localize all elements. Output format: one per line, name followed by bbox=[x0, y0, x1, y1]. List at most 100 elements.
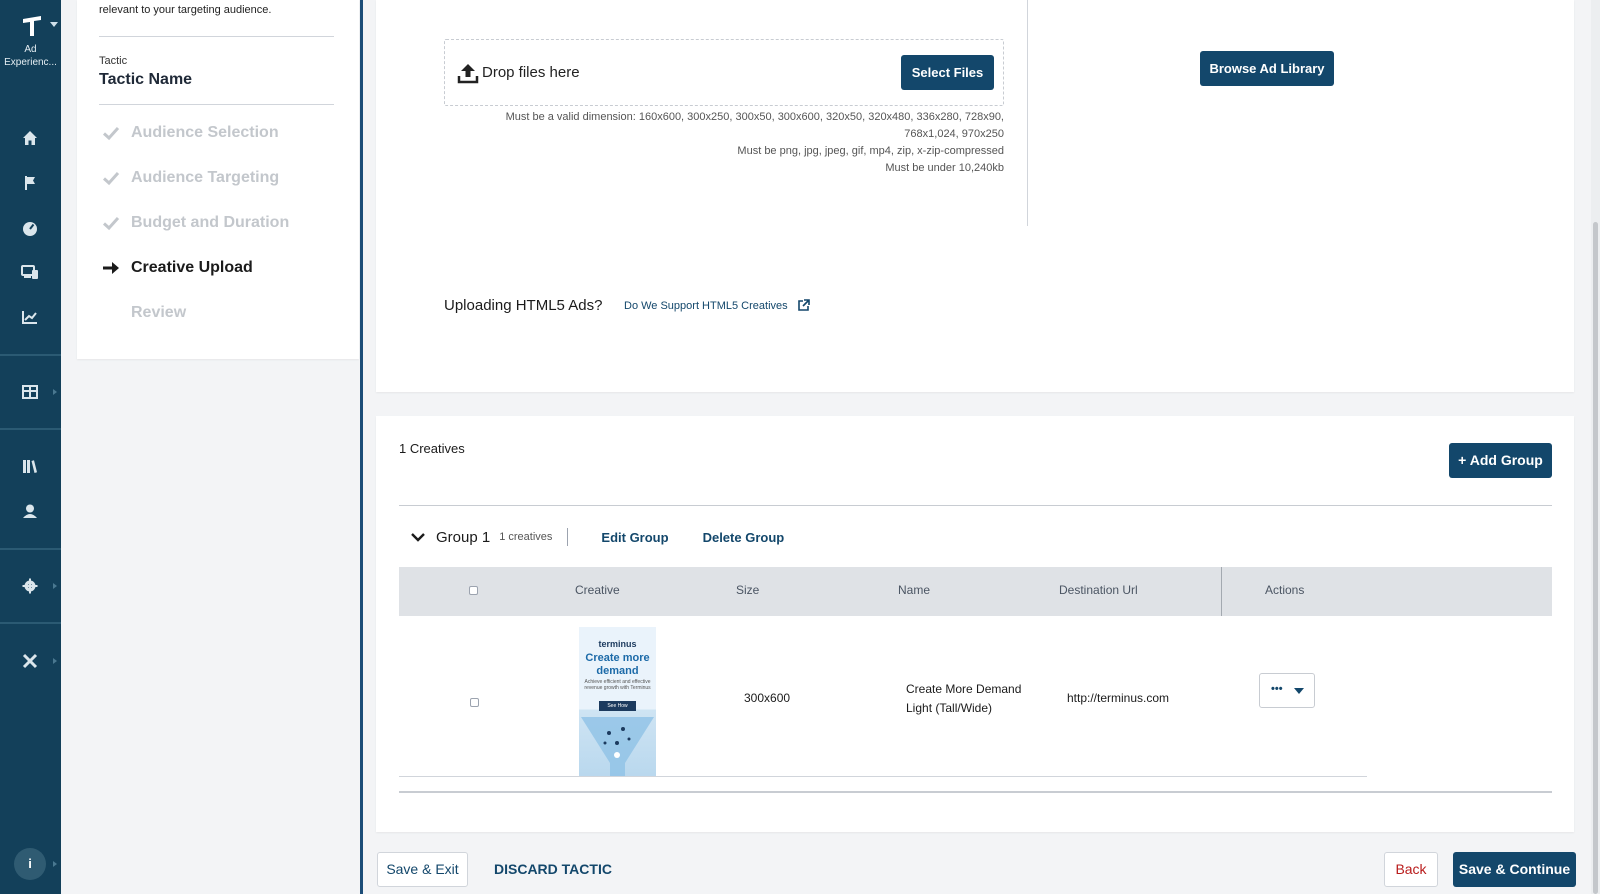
file-dropzone[interactable]: Drop files here Select Files bbox=[444, 39, 1004, 106]
html5-support-link-text[interactable]: Do We Support HTML5 Creatives bbox=[624, 300, 788, 312]
dimension-requirements-line1: Must be a valid dimension: 160x600, 300x… bbox=[505, 111, 1004, 123]
tactic-name: Tactic Name bbox=[99, 71, 193, 88]
discard-tactic-button[interactable]: DISCARD TACTIC bbox=[494, 861, 612, 877]
add-group-label: Add Group bbox=[1469, 452, 1543, 468]
nav-separator bbox=[0, 354, 61, 356]
creative-thumbnail[interactable]: terminus Create more demand Achieve effi… bbox=[579, 627, 656, 777]
devices-icon[interactable] bbox=[20, 262, 40, 282]
save-and-continue-button[interactable]: Save & Continue bbox=[1453, 852, 1576, 887]
divider bbox=[399, 505, 1552, 506]
submenu-caret-icon bbox=[53, 389, 57, 395]
back-button[interactable]: Back bbox=[1384, 852, 1438, 887]
thumbnail-headline-line2: demand bbox=[596, 665, 639, 677]
delete-group-link[interactable]: Delete Group bbox=[703, 530, 785, 545]
nav-separator bbox=[0, 622, 61, 624]
select-files-button[interactable]: Select Files bbox=[901, 55, 994, 90]
upload-icon bbox=[457, 64, 479, 84]
logo-icon[interactable] bbox=[20, 14, 44, 38]
row-checkbox[interactable] bbox=[470, 698, 479, 707]
upload-card: Drop files here Select Files Must be a v… bbox=[376, 0, 1574, 392]
section-divider bbox=[360, 0, 363, 894]
column-size: Size bbox=[736, 583, 760, 597]
submenu-caret-icon bbox=[53, 658, 57, 664]
dashboard-icon[interactable] bbox=[20, 218, 40, 238]
app-name: Ad Experienc... bbox=[0, 43, 61, 69]
nav-rail: Ad Experienc... i bbox=[0, 0, 61, 894]
divider bbox=[1027, 0, 1028, 226]
home-icon[interactable] bbox=[20, 128, 40, 148]
submenu-caret-icon bbox=[53, 861, 57, 867]
destination-url: http://terminus.com bbox=[1067, 691, 1170, 705]
external-link-icon[interactable] bbox=[797, 299, 810, 312]
creatives-count: 1 Creatives bbox=[399, 441, 465, 456]
group-creatives-count: 1 creatives bbox=[499, 531, 553, 543]
step-creative-upload[interactable]: Creative Upload bbox=[101, 256, 253, 280]
divider bbox=[99, 104, 334, 105]
user-icon[interactable] bbox=[20, 501, 40, 521]
tactic-stepper: relevant to your targeting audience. Tac… bbox=[77, 0, 359, 359]
info-button[interactable]: i bbox=[14, 848, 46, 880]
creative-name-line2: Light (Tall/Wide) bbox=[906, 701, 993, 715]
save-and-exit-button[interactable]: Save & Exit bbox=[377, 852, 468, 887]
row-actions-dropdown[interactable]: ••• bbox=[1259, 673, 1315, 708]
creative-size: 300x600 bbox=[744, 691, 791, 705]
step-label: Review bbox=[131, 304, 187, 321]
dimension-requirements: Must be a valid dimension: 160x600, 300x… bbox=[506, 109, 1004, 177]
thumbnail-cta: See How bbox=[599, 701, 636, 711]
plus-icon: + bbox=[1458, 452, 1470, 468]
column-destination-url: Destination Url bbox=[1059, 583, 1138, 597]
app-name-line1: Ad bbox=[24, 44, 37, 55]
stepper-intro-text: relevant to your targeting audience. bbox=[99, 4, 272, 16]
tools-icon[interactable] bbox=[20, 651, 40, 671]
column-actions: Actions bbox=[1265, 583, 1305, 597]
browse-ad-library-button[interactable]: Browse Ad Library bbox=[1200, 51, 1334, 86]
edit-group-link[interactable]: Edit Group bbox=[601, 530, 668, 545]
creatives-card: 1 Creatives + Add Group Group 1 1 creati… bbox=[376, 416, 1574, 832]
step-budget-and-duration[interactable]: Budget and Duration bbox=[101, 211, 289, 235]
divider bbox=[399, 776, 1367, 777]
arrow-right-icon bbox=[103, 262, 119, 274]
drop-files-text: Drop files here bbox=[482, 64, 580, 81]
thumbnail-headline: Create more demand bbox=[579, 652, 656, 678]
step-label: Budget and Duration bbox=[131, 214, 290, 231]
more-icon: ••• bbox=[1271, 683, 1283, 695]
step-audience-targeting[interactable]: Audience Targeting bbox=[101, 166, 279, 190]
divider bbox=[99, 36, 334, 37]
add-group-button[interactable]: + Add Group bbox=[1449, 443, 1552, 478]
check-icon bbox=[102, 171, 120, 186]
table-icon[interactable] bbox=[20, 382, 40, 402]
thumbnail-brand: terminus bbox=[598, 639, 637, 649]
scrollbar-thumb[interactable] bbox=[1593, 222, 1598, 894]
html5-support-link[interactable]: Do We Support HTML5 Creatives bbox=[624, 299, 810, 312]
funnel-graphic bbox=[581, 717, 654, 777]
step-review: Review bbox=[101, 301, 186, 325]
app-switcher-caret-icon[interactable] bbox=[50, 22, 58, 27]
flag-icon[interactable] bbox=[20, 173, 40, 193]
check-icon bbox=[102, 216, 120, 231]
step-label: Audience Selection bbox=[131, 124, 279, 141]
nav-separator bbox=[0, 548, 61, 550]
thumbnail-headline-line1: Create more bbox=[585, 652, 650, 664]
check-icon bbox=[102, 126, 120, 141]
format-requirements: Must be png, jpg, jpeg, gif, mp4, zip, x… bbox=[737, 145, 1004, 157]
thumbnail-subtext: Achieve efficient and effective revenue … bbox=[584, 679, 651, 691]
library-icon[interactable] bbox=[20, 456, 40, 476]
creative-name: Create More Demand Light (Tall/Wide) bbox=[906, 680, 1021, 718]
dimension-requirements-line2: 768x1,024, 970x250 bbox=[904, 128, 1004, 140]
column-creative: Creative bbox=[575, 583, 620, 597]
divider bbox=[399, 791, 1552, 793]
step-label: Creative Upload bbox=[131, 259, 253, 276]
creatives-table-header: Creative Size Name Destination Url Actio… bbox=[399, 567, 1552, 616]
chevron-down-icon[interactable] bbox=[410, 529, 426, 545]
app-name-line2: Experienc... bbox=[4, 57, 57, 68]
settings-icon[interactable] bbox=[20, 576, 40, 596]
select-all-checkbox[interactable] bbox=[469, 586, 478, 595]
group-name: Group 1 bbox=[436, 528, 491, 546]
submenu-caret-icon bbox=[53, 583, 57, 589]
analytics-icon[interactable] bbox=[20, 307, 40, 327]
creative-name-line1: Create More Demand bbox=[906, 682, 1022, 696]
caret-down-icon bbox=[1294, 688, 1304, 694]
column-name: Name bbox=[898, 583, 931, 597]
nav-separator bbox=[0, 428, 61, 430]
step-audience-selection[interactable]: Audience Selection bbox=[101, 121, 279, 145]
